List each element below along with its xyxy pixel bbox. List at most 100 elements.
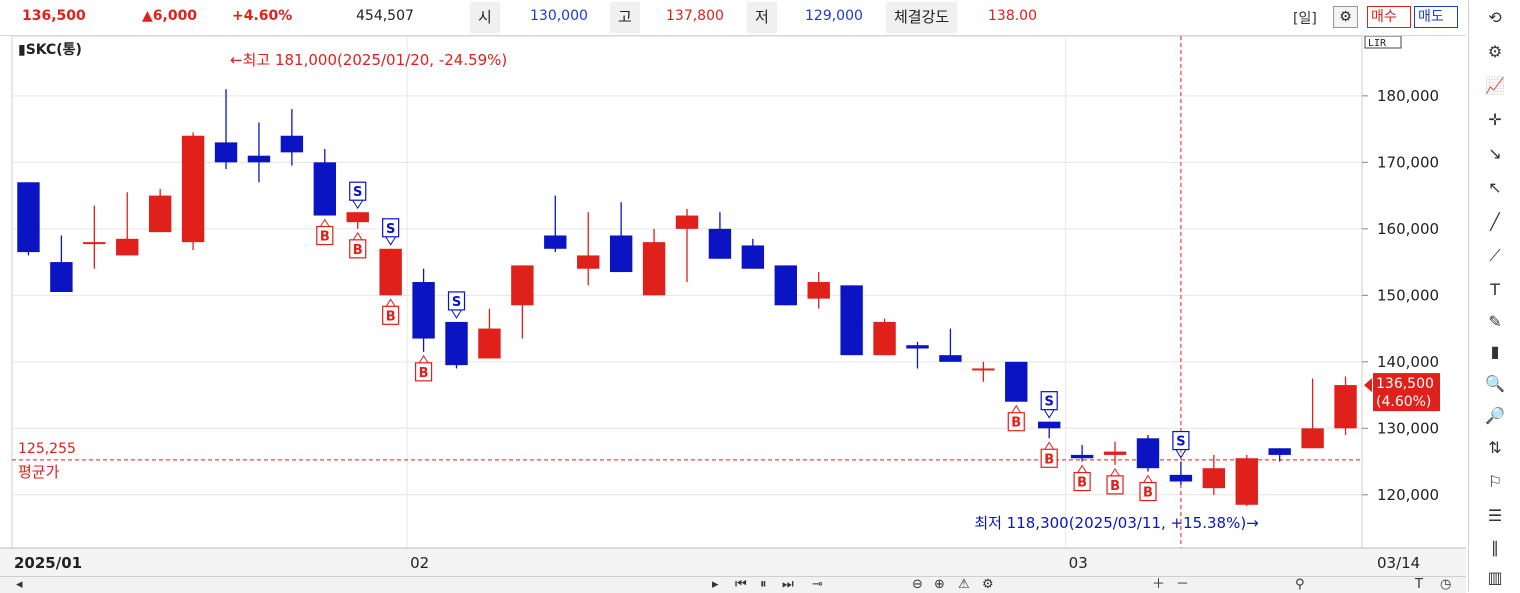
fib-icon[interactable]: ☰ xyxy=(1481,504,1509,528)
open-value: 130,000 xyxy=(530,8,588,24)
y-tick-label: 170,000 xyxy=(1377,153,1439,171)
period-selector[interactable]: [일] xyxy=(1293,8,1317,28)
text-tool-icon[interactable]: T xyxy=(1415,577,1423,593)
bars-icon[interactable]: ∥ xyxy=(1481,536,1509,560)
minus-icon[interactable]: － xyxy=(1176,577,1189,593)
buy-signal: B xyxy=(419,366,429,381)
x-tick-label: 03/14 xyxy=(1377,554,1420,572)
candlestick-chart[interactable]: 125,255 평균가 B S B S B B S B S B B B B S 120,000 130,000… xyxy=(0,36,1466,576)
price-change-pct: +4.60% xyxy=(232,8,293,24)
sell-signal: S xyxy=(452,295,461,310)
zoom-out-icon[interactable]: ⊖ xyxy=(912,577,923,593)
candle-body xyxy=(675,215,699,229)
candle-body xyxy=(577,255,600,269)
candle-body xyxy=(83,242,106,245)
alert-icon[interactable]: ⚠ xyxy=(958,577,970,593)
candle-body xyxy=(708,228,732,259)
buy-signal: B xyxy=(1077,476,1087,491)
gear-icon[interactable]: ⚙ xyxy=(1481,40,1509,64)
zoom-slider-icon[interactable]: ⊸ xyxy=(812,577,823,593)
sell-signal: S xyxy=(1176,435,1185,450)
candle-body xyxy=(939,355,962,362)
low-value: 129,000 xyxy=(805,8,863,24)
candle-body xyxy=(741,245,765,269)
buy-button[interactable]: 매수 xyxy=(1367,6,1411,28)
candle-body xyxy=(50,262,73,292)
settings-button[interactable]: ⚙ xyxy=(1333,6,1358,28)
candle-body xyxy=(642,242,666,296)
candle-body xyxy=(774,265,797,306)
candle-body xyxy=(181,135,205,243)
candle-body xyxy=(1005,361,1028,402)
next-icon[interactable]: ⏭ xyxy=(782,577,794,593)
y-tick-label: 140,000 xyxy=(1377,353,1439,371)
grid-icon[interactable]: ▥ xyxy=(1481,566,1509,590)
pause-icon[interactable]: ⏸ xyxy=(760,577,767,593)
trend-icon[interactable]: ↘ xyxy=(1481,142,1509,166)
drawing-toolbar: ⟲ ⚙ 📈 ✛ ↘ ↖ ╱ ⟋ T ✎ ▮ 🔍 🔎 ⇅ ⚐ ☰ ∥ ▥ xyxy=(1468,0,1520,592)
candle-body xyxy=(972,368,995,371)
buy-signal: B xyxy=(1044,452,1054,467)
low-label: 저 xyxy=(747,2,777,33)
x-tick-label: 02 xyxy=(410,554,429,572)
line-icon[interactable]: ╱ xyxy=(1481,210,1509,234)
candle-body xyxy=(807,282,830,299)
search-icon[interactable]: ⚲ xyxy=(1295,577,1305,593)
candle-body xyxy=(346,212,369,223)
candle-body xyxy=(1070,454,1094,459)
refresh-icon[interactable]: ⟲ xyxy=(1481,6,1509,30)
candle-body xyxy=(1202,468,1226,489)
plus-icon[interactable]: ＋ xyxy=(1152,577,1165,593)
high-value: 137,800 xyxy=(666,8,724,24)
candle-body xyxy=(478,328,501,359)
indicator-icon[interactable]: 📈 xyxy=(1481,74,1509,98)
high-annotation: ←최고 181,000(2025/01/20, -24.59%) xyxy=(230,51,507,69)
candle-body xyxy=(17,182,40,253)
zoom-list-icon[interactable]: 🔎 xyxy=(1481,404,1509,428)
zoom-in-small-icon[interactable]: ⊕ xyxy=(934,577,945,593)
first-icon[interactable]: ⏮ xyxy=(735,577,747,593)
scroll-right-icon[interactable]: ▸ xyxy=(712,577,719,593)
sell-button[interactable]: 매도 xyxy=(1414,6,1458,28)
price-header: 136,500 ▲6,000 +4.60% 454,507 시 130,000 … xyxy=(0,0,1466,36)
zoom-in-icon[interactable]: 🔍 xyxy=(1481,372,1509,396)
crosshair-icon[interactable]: ✛ xyxy=(1481,108,1509,132)
candle-body xyxy=(609,235,633,273)
candle-body xyxy=(412,282,435,339)
arrow-icon[interactable]: ↖ xyxy=(1481,176,1509,200)
candle-body xyxy=(873,321,896,356)
buy-signal: B xyxy=(1011,416,1021,431)
candle-body xyxy=(1235,458,1258,505)
candle-body xyxy=(116,238,139,256)
buy-signal: B xyxy=(1143,486,1153,501)
pattern-icon[interactable]: ⚐ xyxy=(1481,470,1509,494)
all-icon[interactable]: ✎ xyxy=(1481,310,1509,334)
scale-icon[interactable]: ⇅ xyxy=(1481,436,1509,460)
candle-body xyxy=(1038,421,1061,429)
candle-icon[interactable]: ▮ xyxy=(1481,340,1509,364)
strength-value: 138.00 xyxy=(988,8,1037,24)
clock-icon[interactable]: ◷ xyxy=(1440,577,1451,593)
price-change: ▲6,000 xyxy=(142,8,198,24)
high-label: 고 xyxy=(610,2,640,33)
scale-badge: LIR xyxy=(1368,38,1387,49)
candle-body xyxy=(1136,438,1160,469)
x-axis-strip xyxy=(0,548,1466,576)
y-tick-label: 160,000 xyxy=(1377,220,1439,238)
text-icon[interactable]: T xyxy=(1481,278,1509,302)
y-tick-label: 120,000 xyxy=(1377,486,1439,504)
candle-body xyxy=(1103,451,1127,455)
candle-body xyxy=(1334,385,1357,429)
candle-body xyxy=(445,321,468,366)
candle-body xyxy=(840,285,863,356)
price-badge-pct: (4.60%) xyxy=(1376,394,1431,410)
sell-signal: S xyxy=(1045,395,1054,410)
scroll-left-icon[interactable]: ◂ xyxy=(16,577,23,593)
candle-body xyxy=(214,142,238,163)
gear-small-icon[interactable]: ⚙ xyxy=(982,577,994,593)
volume: 454,507 xyxy=(356,8,414,24)
y-tick-label: 150,000 xyxy=(1377,286,1439,304)
candle-body xyxy=(379,248,402,296)
auto-line-icon[interactable]: ⟋ xyxy=(1481,244,1509,268)
symbol-label: ▮SKC(통) xyxy=(18,42,82,58)
